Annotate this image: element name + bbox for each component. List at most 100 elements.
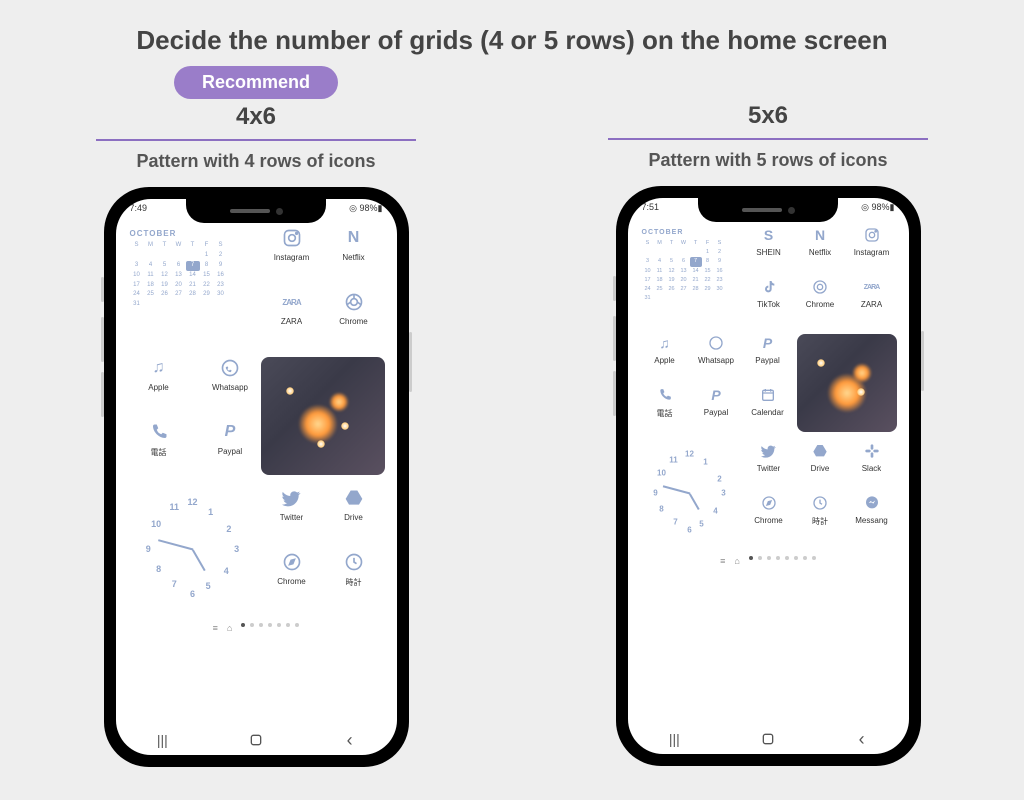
whatsapp-icon: [219, 357, 241, 379]
app-twitter[interactable]: Twitter: [744, 442, 794, 494]
app-label: Instagram: [854, 248, 890, 257]
app-drive[interactable]: Drive: [323, 487, 385, 547]
page-indicator[interactable]: ≡⌂: [640, 556, 897, 566]
clock-widget[interactable]: 12 11 1 2 3 4 5 6 7 8 9 10: [128, 487, 258, 611]
status-time: 7:49: [130, 203, 148, 214]
notch: [186, 199, 326, 223]
photo-widget[interactable]: [261, 357, 385, 475]
app-phone[interactable]: 電話: [640, 386, 690, 438]
page-title: Decide the number of grids (4 or 5 rows)…: [0, 0, 1024, 56]
app-zara[interactable]: ZARAZARA: [847, 278, 897, 330]
divider: [608, 138, 928, 140]
column-4x6: Recommend 4x6 Pattern with 4 rows of ico…: [56, 66, 456, 767]
app-chrome2[interactable]: Chrome: [261, 551, 323, 611]
app-netflix[interactable]: NNetflix: [323, 227, 385, 287]
app-label: Netflix: [342, 253, 364, 262]
app-zara[interactable]: ZARAZARA: [261, 291, 323, 351]
app-label: Drive: [811, 464, 830, 473]
app-label: ZARA: [281, 317, 302, 326]
clock-icon: [811, 494, 829, 512]
app-whatsapp[interactable]: Whatsapp: [199, 357, 261, 417]
phone-icon: [656, 386, 674, 404]
grid-label-4x6: 4x6: [236, 103, 276, 131]
shein-icon: S: [760, 226, 778, 244]
app-twitter[interactable]: Twitter: [261, 487, 323, 547]
app-apple-music[interactable]: ♫Apple: [128, 357, 190, 417]
app-clock[interactable]: 時計: [323, 551, 385, 611]
clock-widget[interactable]: 12 11 1 2 3 4 5 6 7 8 9 10: [640, 442, 740, 544]
app-label: Drive: [344, 513, 363, 522]
app-label: Calendar: [751, 408, 783, 417]
app-label: Chrome: [277, 577, 305, 586]
android-navbar[interactable]: ||| ‹: [628, 732, 909, 746]
app-paypal2[interactable]: PPaypal: [691, 386, 741, 438]
app-label: Paypal: [755, 356, 779, 365]
phone-icon: [148, 421, 170, 443]
app-instagram[interactable]: Instagram: [847, 226, 897, 278]
instagram-icon: [281, 227, 303, 249]
app-label: Whatsapp: [698, 356, 734, 365]
calendar-widget[interactable]: OCTOBER SMTWTFS1234567891011121314151617…: [128, 227, 261, 351]
recents-button[interactable]: |||: [665, 732, 683, 746]
app-shein[interactable]: S SHEIN: [744, 226, 794, 278]
app-apple-music[interactable]: ♫Apple: [640, 334, 690, 386]
app-label: Netflix: [809, 248, 831, 257]
app-label: Twitter: [757, 464, 781, 473]
app-chrome[interactable]: Chrome: [795, 278, 845, 330]
pattern-label-4: Pattern with 4 rows of icons: [136, 151, 375, 172]
page-indicator[interactable]: ≡⌂: [128, 623, 385, 633]
comparison-columns: Recommend 4x6 Pattern with 4 rows of ico…: [0, 66, 1024, 767]
clock-icon: [343, 551, 365, 573]
back-button[interactable]: ‹: [853, 732, 871, 746]
home-button[interactable]: [247, 733, 265, 747]
app-calendar[interactable]: Calendar: [743, 386, 793, 438]
twitter-icon: [760, 442, 778, 460]
app-label: Chrome: [339, 317, 367, 326]
app-chrome2[interactable]: Chrome: [744, 494, 794, 546]
side-button: [613, 316, 616, 361]
side-button: [613, 371, 616, 416]
paypal-icon: P: [759, 334, 777, 352]
app-label: 時計: [346, 577, 362, 588]
app-whatsapp[interactable]: Whatsapp: [691, 334, 741, 386]
app-clock[interactable]: 時計: [795, 494, 845, 546]
home-button[interactable]: [759, 732, 777, 746]
app-drive[interactable]: Drive: [795, 442, 845, 494]
app-messenger[interactable]: Messang: [847, 494, 897, 546]
app-paypal[interactable]: PPaypal: [199, 421, 261, 481]
android-navbar[interactable]: ||| ‹: [116, 733, 397, 747]
calendar-month: OCTOBER: [642, 228, 738, 237]
app-label: Chrome: [754, 516, 782, 525]
chrome-icon: [343, 291, 365, 313]
app-slack[interactable]: Slack: [847, 442, 897, 494]
app-netflix[interactable]: NNetflix: [795, 226, 845, 278]
back-button[interactable]: ‹: [341, 733, 359, 747]
app-tiktok[interactable]: TikTok: [744, 278, 794, 330]
app-label: Whatsapp: [212, 383, 248, 392]
instagram-icon: [863, 226, 881, 244]
phone-screen: 7:49 ◎ 98%▮ OCTOBER SMTWTFS1234567891011…: [116, 199, 397, 755]
app-phone[interactable]: 電話: [128, 421, 190, 481]
photo-widget[interactable]: [797, 334, 897, 432]
messenger-icon: [863, 494, 881, 512]
calendar-grid: SMTWTFS123456789101112131415161718192021…: [642, 239, 726, 303]
drive-icon: [343, 487, 365, 509]
calendar-widget[interactable]: OCTOBER SMTWTFS1234567891011121314151617…: [640, 226, 740, 328]
app-chrome[interactable]: Chrome: [323, 291, 385, 351]
app-paypal[interactable]: P Paypal: [743, 334, 793, 386]
music-icon: ♫: [148, 357, 170, 379]
paypal-icon: P: [219, 421, 241, 443]
home-screen-5x6[interactable]: OCTOBER SMTWTFS1234567891011121314151617…: [640, 226, 897, 720]
notch: [698, 198, 838, 222]
status-right: ◎ 98%▮: [861, 202, 894, 213]
app-label: Messang: [855, 516, 887, 525]
app-label: SHEIN: [756, 248, 780, 257]
app-instagram[interactable]: Instagram: [261, 227, 323, 287]
divider: [96, 139, 416, 141]
recents-button[interactable]: |||: [153, 733, 171, 747]
app-label: Twitter: [280, 513, 304, 522]
status-time: 7:51: [642, 202, 660, 213]
grid-label-5x6: 5x6: [748, 102, 788, 130]
slack-icon: [863, 442, 881, 460]
home-screen-4x6[interactable]: OCTOBER SMTWTFS1234567891011121314151617…: [128, 227, 385, 721]
